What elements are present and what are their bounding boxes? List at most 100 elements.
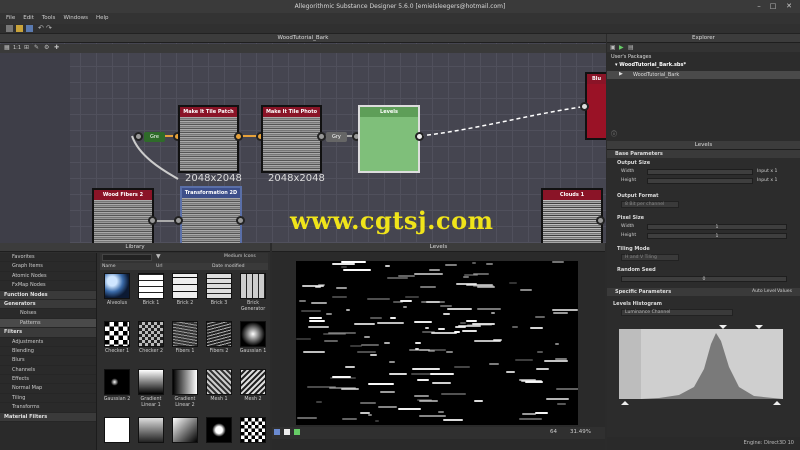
library-thumb[interactable]	[240, 369, 266, 395]
window-title: Allegorithmic Substance Designer 5.6.0 […	[0, 0, 800, 13]
tiling-mode-select[interactable]: H and V Tiling	[621, 254, 679, 261]
node-make-tile-photo[interactable]: Make It Tile Photo	[261, 105, 322, 173]
width-slider[interactable]	[647, 169, 753, 175]
white-bg-icon[interactable]	[284, 429, 290, 435]
close-button[interactable]: ✕	[782, 0, 796, 13]
library-tree-item[interactable]: Blurs	[0, 356, 96, 366]
library-thumb[interactable]	[172, 369, 198, 395]
patch-output-port[interactable]	[234, 132, 243, 141]
library-tree-item[interactable]: Atomic Nodes	[0, 272, 96, 282]
menu-windows[interactable]: Windows	[63, 13, 88, 24]
library-tree-item[interactable]: Transforms	[0, 403, 96, 413]
explorer-package[interactable]: ▾ WoodTutorial_Bark.sbs*	[615, 62, 686, 68]
explorer-graph-item[interactable]: ▶ WoodTutorial_Bark	[607, 71, 800, 79]
library-thumb-label: Mesh 1	[210, 397, 228, 402]
node-title: Clouds 1	[543, 190, 601, 200]
channel-select[interactable]: Luminance Channel	[621, 309, 733, 316]
node-make-tile-patch[interactable]: Make It Tile Patch	[178, 105, 239, 173]
library-thumb[interactable]	[138, 417, 164, 443]
library-tree-item[interactable]: Blending	[0, 347, 96, 357]
library-tree-item[interactable]: Tiling	[0, 394, 96, 404]
undo-icon[interactable]: ↶	[38, 24, 44, 32]
base-params-header[interactable]: Base Parameters	[607, 150, 800, 158]
auto-level-button[interactable]: Auto Level	[752, 289, 776, 294]
clouds-output-port[interactable]	[596, 216, 605, 225]
col-date[interactable]: Date modified	[212, 263, 245, 270]
minimize-button[interactable]: –	[752, 0, 766, 13]
library-thumb[interactable]	[206, 417, 232, 443]
menu-file[interactable]: File	[6, 13, 15, 24]
library-thumb[interactable]	[104, 369, 130, 395]
new-file-icon[interactable]	[6, 25, 13, 32]
library-tree-item[interactable]: Filters	[0, 328, 96, 338]
levels-output-port[interactable]	[415, 132, 424, 141]
transform-output-port[interactable]	[236, 216, 245, 225]
library-thumb[interactable]	[138, 273, 164, 299]
library-tree-item[interactable]: Channels	[0, 366, 96, 376]
library-tree-item[interactable]: Adjustments	[0, 338, 96, 347]
save-package-icon[interactable]: ▤	[628, 44, 634, 51]
expand-icon[interactable]: ▶	[619, 71, 623, 77]
blur-input-port[interactable]	[580, 102, 589, 111]
library-thumb[interactable]	[104, 417, 130, 443]
node-levels[interactable]: Levels	[358, 105, 420, 173]
library-thumb[interactable]	[172, 321, 198, 347]
gre-pill[interactable]: Gre	[144, 132, 165, 142]
play-icon[interactable]: ▶	[619, 44, 624, 51]
col-name[interactable]: Name	[102, 263, 116, 270]
menu-edit[interactable]: Edit	[23, 13, 34, 24]
transform-input-port[interactable]	[174, 216, 183, 225]
green-channel-icon[interactable]	[294, 429, 300, 435]
library-tree-item[interactable]: Generators	[0, 299, 96, 310]
fibers-output-port[interactable]	[148, 216, 157, 225]
library-tree-item[interactable]: Material Filters	[0, 412, 96, 423]
rgba-icon[interactable]	[274, 429, 280, 435]
levels-histogram[interactable]	[619, 319, 783, 407]
node-transformation-2d[interactable]: Transformation 2D	[180, 186, 242, 243]
pixel-width-slider[interactable]: 1	[647, 224, 787, 230]
info-icon[interactable]: ⓘ	[611, 129, 617, 138]
photo-output-port[interactable]	[317, 132, 326, 141]
library-tree-item[interactable]: Patterns	[0, 318, 96, 329]
library-thumb[interactable]	[240, 417, 266, 443]
node-wood-fibers[interactable]: Wood Fibers 2	[92, 188, 154, 243]
node-clouds[interactable]: Clouds 1	[541, 188, 603, 243]
maximize-button[interactable]: □	[766, 0, 780, 13]
library-thumb[interactable]	[172, 417, 198, 443]
menu-help[interactable]: Help	[96, 13, 109, 24]
view-mode-select[interactable]: Medium Icons	[224, 254, 256, 259]
library-thumb[interactable]	[104, 321, 130, 347]
library-thumb[interactable]	[104, 273, 130, 299]
library-thumb[interactable]	[206, 321, 232, 347]
library-thumb[interactable]	[240, 273, 266, 299]
new-package-icon[interactable]: ▣	[610, 44, 616, 51]
viewer-2d-canvas[interactable]	[296, 261, 578, 425]
library-tree-item[interactable]: Function Nodes	[0, 290, 96, 300]
random-seed-slider[interactable]: 0	[621, 276, 787, 282]
library-search-input[interactable]	[102, 254, 152, 261]
save-icon[interactable]	[26, 25, 33, 32]
redo-icon[interactable]: ↷	[46, 24, 52, 32]
filter-icon[interactable]: ▼	[156, 253, 161, 260]
pixel-height-slider[interactable]: 1	[647, 233, 787, 239]
library-tree-item[interactable]: Noises	[0, 309, 96, 319]
library-thumb[interactable]	[206, 369, 232, 395]
gre-input-port[interactable]	[134, 132, 143, 141]
open-folder-icon[interactable]	[16, 25, 23, 32]
menu-tools[interactable]: Tools	[42, 13, 56, 24]
output-format-select[interactable]: 8 Bit per channel	[621, 201, 679, 208]
library-tree-item[interactable]: Normal Map	[0, 384, 96, 394]
height-slider[interactable]	[647, 178, 753, 184]
values-button[interactable]: Values	[777, 289, 792, 294]
library-thumb[interactable]	[172, 273, 198, 299]
library-tree-item[interactable]: Favorites	[0, 253, 96, 263]
gry-pill[interactable]: Gry	[326, 132, 347, 142]
library-thumb[interactable]	[206, 273, 232, 299]
library-tree-item[interactable]: FxMap Nodes	[0, 281, 96, 291]
library-thumb[interactable]	[240, 321, 266, 347]
library-tree-item[interactable]: Graph Items	[0, 262, 96, 272]
col-url[interactable]: Url	[156, 263, 163, 270]
library-tree-item[interactable]: Effects	[0, 375, 96, 385]
library-thumb[interactable]	[138, 321, 164, 347]
library-thumb[interactable]	[138, 369, 164, 395]
